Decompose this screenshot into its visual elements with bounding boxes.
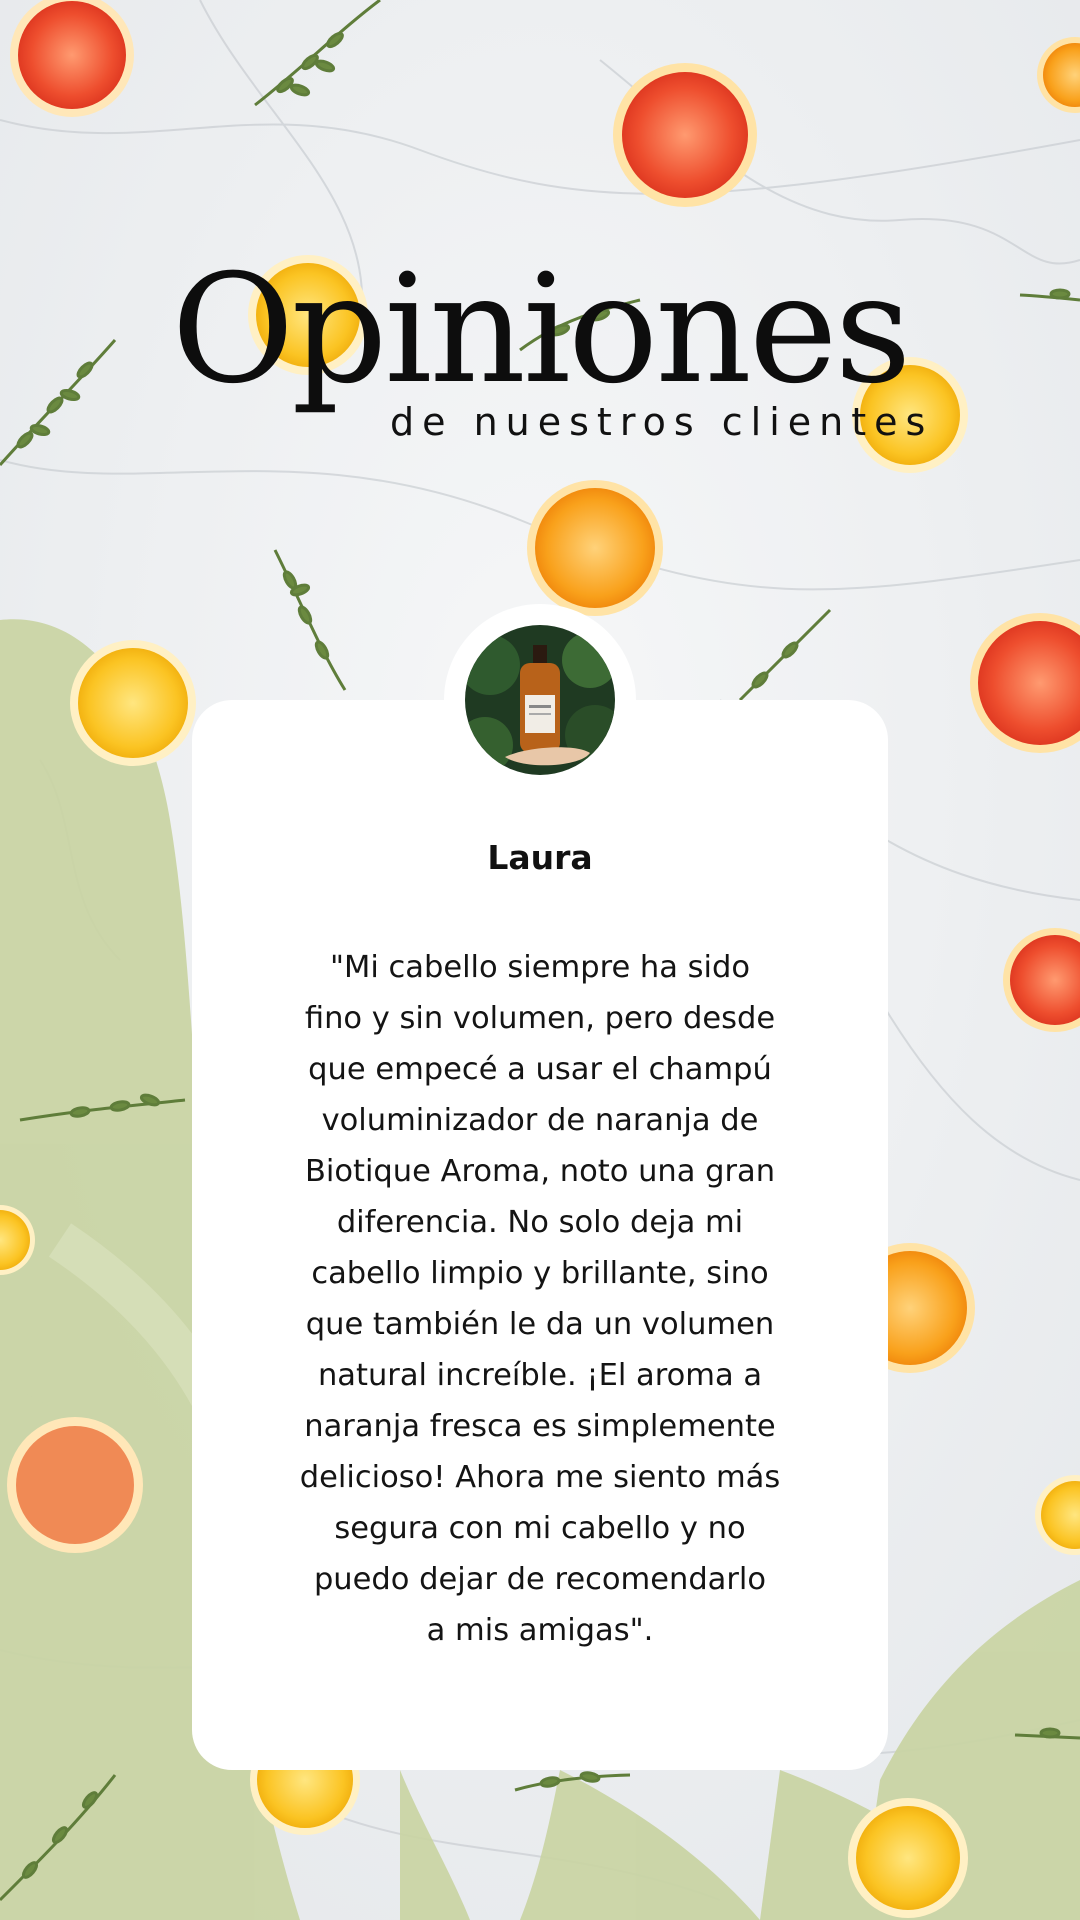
- page-title: Opiniones: [171, 243, 911, 417]
- reviewer-name: Laura: [487, 838, 593, 877]
- avatar: [465, 625, 615, 775]
- testimonial-quote: "Mi cabello siempre ha sido fino y sin v…: [299, 950, 781, 1648]
- page-subtitle: de nuestros clientes: [390, 400, 934, 444]
- product-bottle-photo-icon: [465, 625, 615, 775]
